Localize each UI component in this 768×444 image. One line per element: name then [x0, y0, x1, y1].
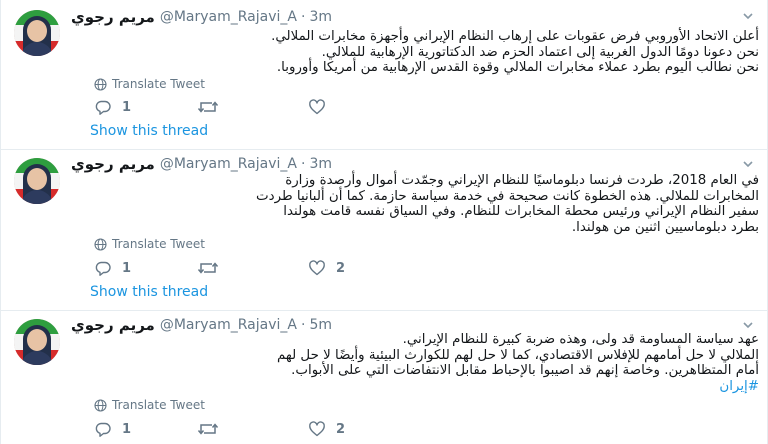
display-name[interactable]: مريم رجوي [71, 155, 155, 173]
globe-icon [94, 237, 107, 251]
translate-label: Translate Tweet [112, 237, 205, 251]
like-button[interactable] [308, 97, 336, 117]
reply-icon [94, 259, 112, 277]
avatar[interactable] [14, 158, 60, 204]
tweet-line: سفير النظام الإيراني ورئيس محطة المخابرا… [283, 204, 759, 219]
tweet-actions: 1 2 [94, 258, 434, 278]
chevron-down-icon[interactable] [741, 158, 755, 172]
user-handle[interactable]: @Maryam_Rajavi_A [160, 9, 297, 25]
reply-button[interactable]: 1 [94, 258, 131, 278]
separator-dot: · [300, 317, 306, 333]
like-count: 2 [336, 260, 346, 276]
tweet-header: مريم رجوي @Maryam_Rajavi_A · 3m [71, 6, 332, 28]
translate-tweet-link[interactable]: Translate Tweet [94, 397, 205, 413]
user-handle[interactable]: @Maryam_Rajavi_A [160, 156, 297, 172]
reply-count: 1 [122, 421, 132, 437]
timestamp[interactable]: 5m [309, 317, 332, 333]
translate-tweet-link[interactable]: Translate Tweet [94, 76, 205, 92]
heart-icon [308, 259, 326, 277]
tweet-line: أمام المتظاهرين. وخاصة إنهم قد اصيبوا با… [291, 363, 759, 378]
tweet-2[interactable]: مريم رجوي @Maryam_Rajavi_A · 3m في العام… [1, 150, 768, 311]
retweet-button[interactable] [197, 97, 229, 117]
tweet-actions: 1 [94, 97, 434, 117]
retweet-button[interactable] [197, 258, 229, 278]
heart-icon [308, 420, 326, 438]
timestamp[interactable]: 3m [309, 156, 332, 172]
avatar[interactable] [14, 10, 60, 56]
tweet-line: المخابرات للملالي. هذه الخطوة كانت صحيحة… [256, 188, 759, 204]
timestamp[interactable]: 3m [309, 9, 332, 25]
reply-count: 1 [122, 99, 132, 115]
reply-button[interactable]: 1 [94, 419, 131, 439]
show-thread-link[interactable]: Show this thread [90, 284, 208, 300]
globe-icon [94, 77, 107, 91]
tweet-text: عهد سياسة المساومة قد ولى، وهذه ضربة كبي… [71, 332, 759, 394]
retweet-icon [197, 98, 219, 116]
translate-label: Translate Tweet [112, 77, 205, 91]
tweet-line: بطرد دبلوماسيين اثنين من هولندا. [571, 219, 759, 235]
retweet-icon [197, 420, 219, 438]
reply-button[interactable]: 1 [94, 97, 131, 117]
like-button[interactable]: 2 [308, 258, 345, 278]
reply-icon [94, 98, 112, 116]
tweet-line: نحن دعونا دومًا الدول الغربية إلى اعتماد… [321, 44, 759, 60]
display-name[interactable]: مريم رجوي [71, 8, 155, 26]
tweet-line: في العام 2018، طردت فرنسا دبلوماسيًا للن… [285, 173, 759, 188]
chevron-down-icon[interactable] [741, 10, 755, 24]
user-handle[interactable]: @Maryam_Rajavi_A [160, 317, 297, 333]
tweet-actions: 1 2 [94, 419, 434, 439]
separator-dot: · [300, 156, 306, 172]
like-button[interactable]: 2 [308, 419, 345, 439]
tweet-line: الملالي لا حل أمامهم للإفلاس الاقتصادي، … [277, 347, 759, 363]
tweet-line: عهد سياسة المساومة قد ولى، وهذه ضربة كبي… [402, 332, 759, 347]
reply-icon [94, 420, 112, 438]
heart-icon [308, 98, 326, 116]
show-thread-link[interactable]: Show this thread [90, 123, 208, 139]
hashtag-link[interactable]: #إيران [719, 379, 759, 394]
tweet-header: مريم رجوي @Maryam_Rajavi_A · 3m [71, 153, 332, 175]
separator-dot: · [300, 9, 306, 25]
reply-count: 1 [122, 260, 132, 276]
tweet-line: نحن نطالب اليوم بطرد عملاء مخابرات الملا… [276, 60, 759, 75]
tweet-text: في العام 2018، طردت فرنسا دبلوماسيًا للن… [71, 173, 759, 235]
tweet-3[interactable]: مريم رجوي @Maryam_Rajavi_A · 5m عهد سياس… [1, 311, 768, 444]
chevron-down-icon[interactable] [741, 319, 755, 333]
retweet-icon [197, 259, 219, 277]
retweet-button[interactable] [197, 419, 229, 439]
tweet-1[interactable]: مريم رجوي @Maryam_Rajavi_A · 3m أعلن الا… [1, 0, 768, 150]
translate-tweet-link[interactable]: Translate Tweet [94, 236, 205, 252]
like-count: 2 [336, 421, 346, 437]
globe-icon [94, 398, 107, 412]
tweet-timeline: مريم رجوي @Maryam_Rajavi_A · 3m أعلن الا… [0, 0, 768, 444]
tweet-text: أعلن الاتحاد الأوروبي فرض عقوبات على إره… [71, 29, 759, 76]
translate-label: Translate Tweet [112, 398, 205, 412]
avatar[interactable] [14, 319, 60, 365]
tweet-line: أعلن الاتحاد الأوروبي فرض عقوبات على إره… [271, 29, 759, 44]
